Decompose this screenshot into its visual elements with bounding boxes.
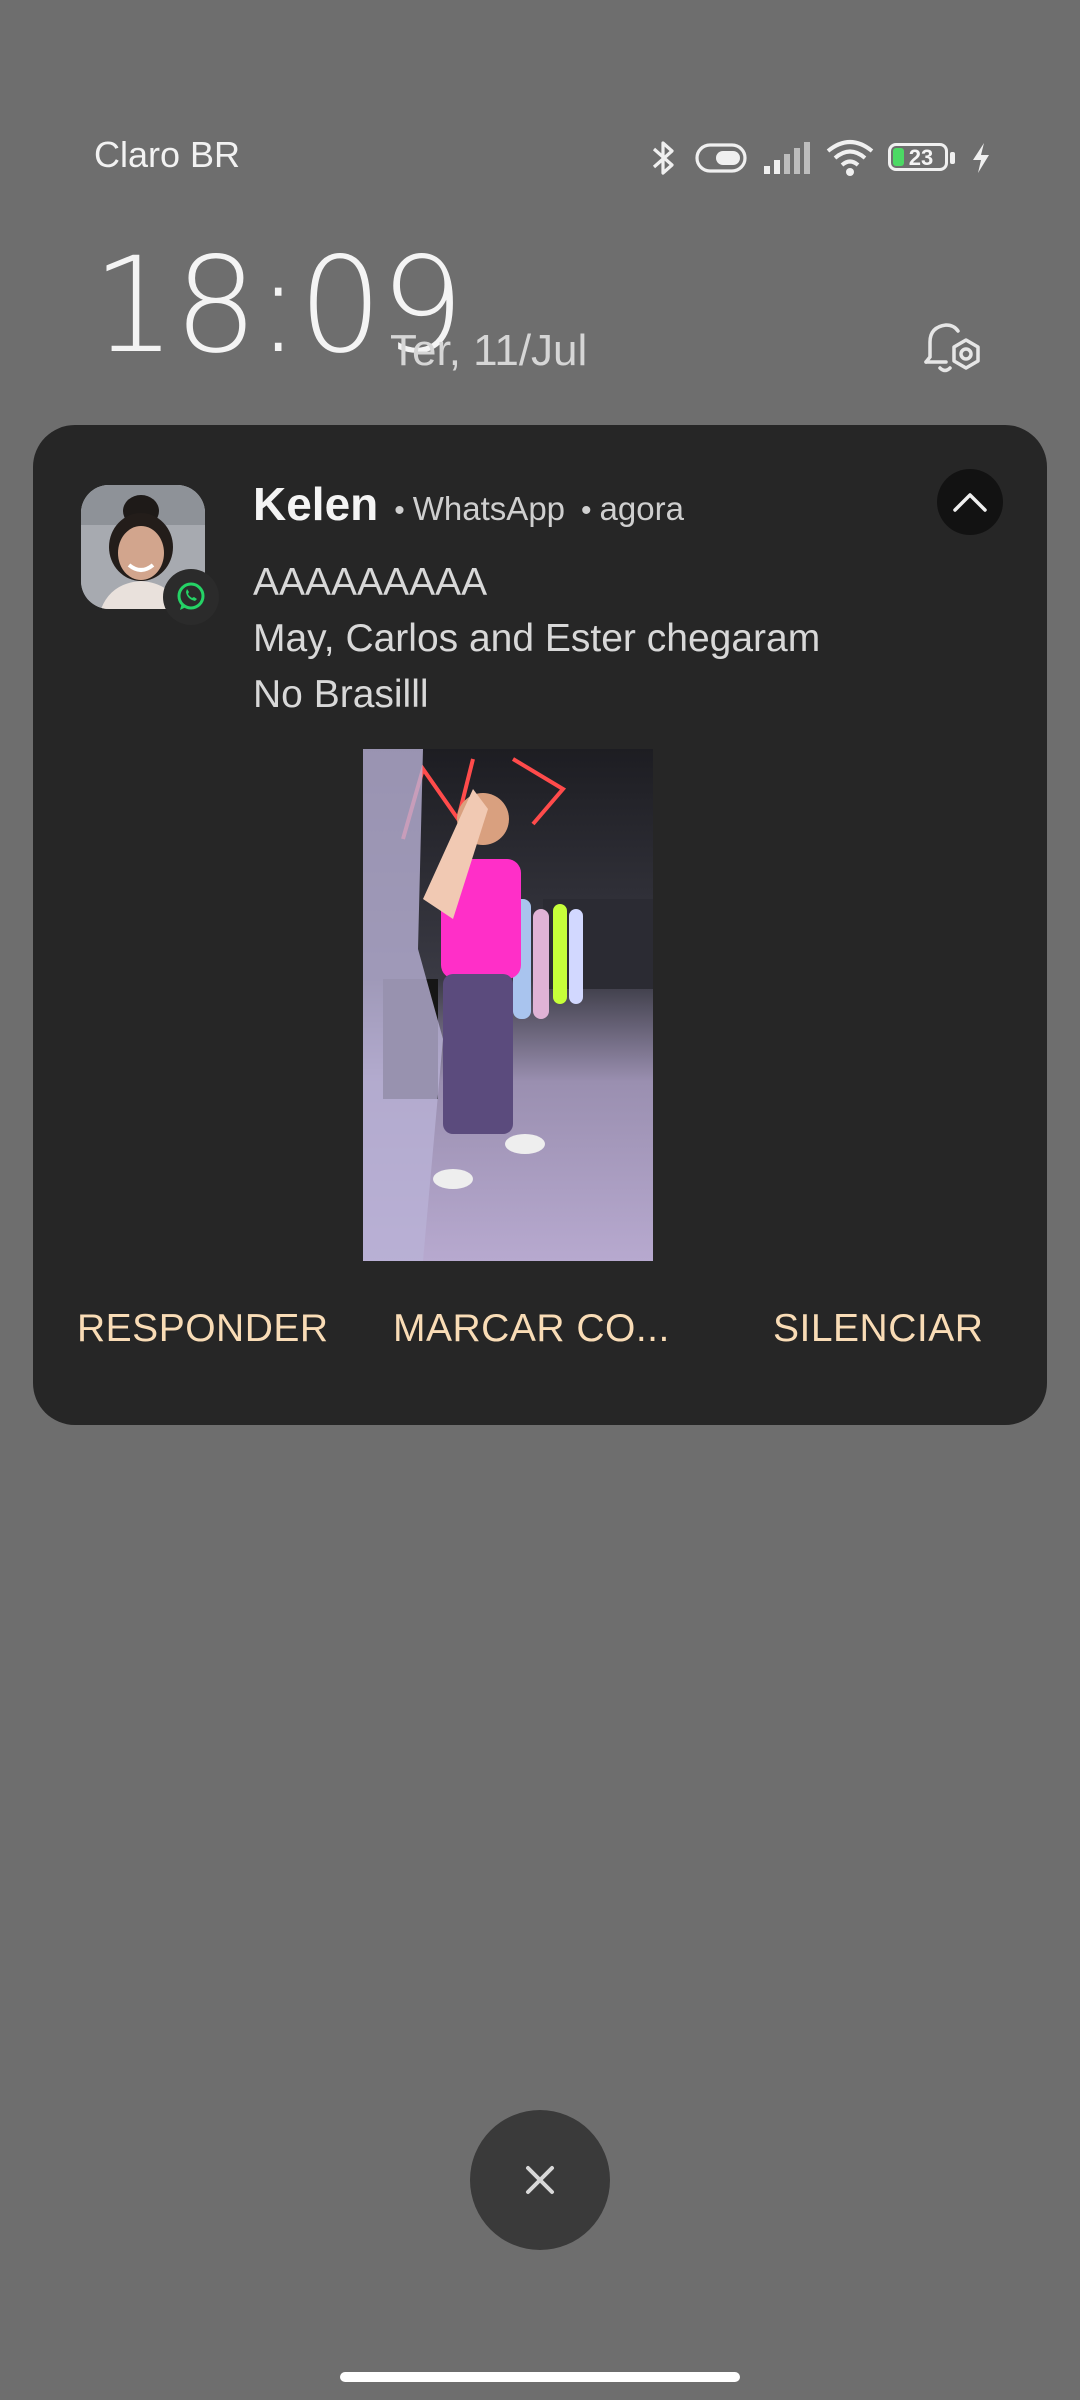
battery-level: 23	[908, 145, 934, 170]
bluetooth-icon	[652, 141, 674, 175]
message-line: May, Carlos and Ester chegaram	[253, 617, 821, 660]
wifi-icon	[826, 140, 874, 176]
signal-icon	[764, 142, 810, 174]
dismiss-button[interactable]	[470, 2110, 610, 2250]
timestamp: agora	[599, 490, 684, 527]
lockscreen-date: Ter, 11/Jul	[390, 326, 588, 375]
status-icons: 23	[646, 136, 992, 180]
app-name: WhatsApp	[412, 490, 566, 527]
status-bar: Claro BR 23 18:09 Ter, 11/Jul	[0, 0, 1080, 375]
message-line: AAAAAAAAA	[253, 561, 488, 604]
notification-card[interactable]: Kelen • WhatsApp • agora AAAAAAAAA May, …	[33, 425, 1047, 1425]
chevron-up-icon	[953, 493, 987, 512]
home-indicator[interactable]	[340, 2372, 740, 2382]
mute-button[interactable]: SILENCIAR	[773, 1307, 983, 1351]
notification-settings-icon[interactable]	[916, 312, 984, 380]
vibrate-icon	[695, 143, 747, 173]
reply-button[interactable]: RESPONDER	[77, 1307, 329, 1351]
notification-header: Kelen • WhatsApp • agora	[253, 477, 684, 531]
whatsapp-icon	[163, 569, 219, 625]
sender-name: Kelen	[253, 478, 379, 530]
carrier-name: Claro BR	[94, 134, 241, 175]
message-line: No Brasilll	[253, 673, 429, 716]
charging-icon	[973, 143, 989, 173]
battery-icon: 23	[888, 141, 956, 175]
separator-dot: •	[581, 494, 592, 527]
mark-as-read-button[interactable]: MARCAR CO...	[393, 1307, 670, 1351]
notification-actions: RESPONDER MARCAR CO... SILENCIAR	[33, 1307, 1047, 1387]
collapse-button[interactable]	[937, 469, 1003, 535]
close-icon	[526, 2166, 554, 2194]
video-thumbnail[interactable]	[363, 749, 653, 1261]
separator-dot: •	[394, 494, 405, 527]
